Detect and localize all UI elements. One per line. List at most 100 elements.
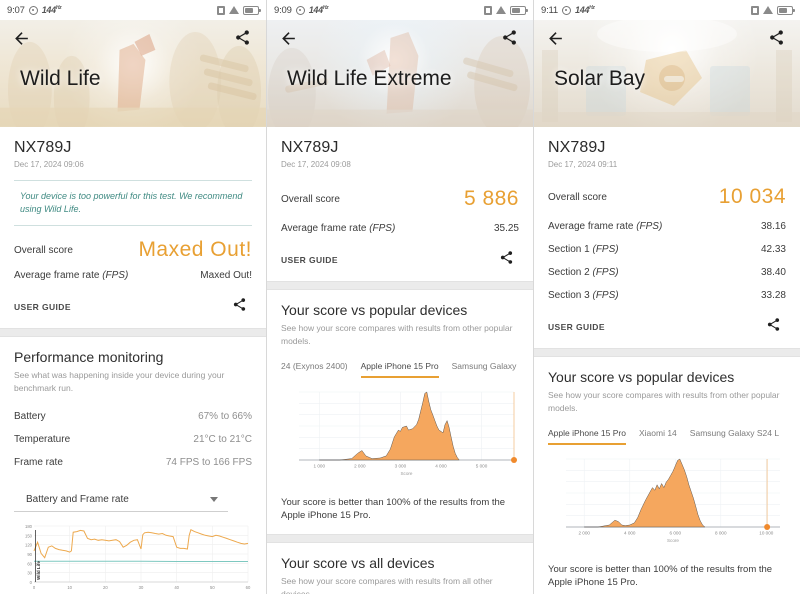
user-guide-row[interactable]: USER GUIDE [14,297,252,317]
svg-text:10 000: 10 000 [759,530,773,535]
section-subtitle: See how your score compares with results… [548,390,780,413]
overall-score-value: 10 034 [718,185,786,208]
overall-score-value: 5 886 [463,187,519,210]
back-arrow-icon[interactable] [546,29,566,49]
share-icon[interactable] [766,317,786,337]
status-time: 9:09 [274,4,292,16]
svg-text:30: 30 [27,570,32,575]
svg-text:150: 150 [25,533,33,538]
svg-text:60: 60 [246,585,251,590]
panel-solar-bay: 9:11 144Hz Solar Bay NX789J Dec 17, 2024… [534,0,800,594]
back-arrow-icon[interactable] [279,29,299,49]
section-title: Your score vs popular devices [281,302,468,318]
svg-text:60: 60 [27,561,32,566]
user-guide-label[interactable]: USER GUIDE [548,322,605,332]
svg-text:4 000: 4 000 [435,463,447,468]
svg-text:3 000: 3 000 [395,463,407,468]
hero-banner-solar-bay: Solar Bay [534,20,800,127]
overall-score-row: Overall score 10 034 [548,169,786,209]
table-row: Battery 67% to 66% [14,405,252,428]
svg-text:5 000: 5 000 [476,463,488,468]
metric-value: 74 FPS to 166 FPS [165,456,252,468]
refresh-rate-indicator: 144Hz [308,5,329,15]
wifi-icon [763,6,773,14]
share-icon[interactable] [232,297,252,317]
section-subtitle: See what was happening inside your devic… [14,370,225,393]
tab-apple-iphone-15-pro[interactable]: Apple iPhone 15 Pro [360,361,439,378]
section-1-value: 42.33 [760,244,786,255]
user-guide-row[interactable]: USER GUIDE [281,250,519,270]
svg-text:8 000: 8 000 [715,530,727,535]
svg-text:180: 180 [25,524,33,529]
tab-exynos-2400[interactable]: 24 (Exynos 2400) [281,361,348,378]
svg-text:20: 20 [103,585,108,590]
avg-fps-value: Maxed Out! [200,270,252,282]
performance-monitoring-card: Performance monitoring See what was happ… [0,337,266,594]
hero-banner-wild-life: Wild Life [0,20,266,127]
score-footnote: Your score is better than 100% of the re… [548,563,773,589]
section-3-label: Section 3 (FPS) [548,290,619,301]
svg-text:1 000: 1 000 [314,463,326,468]
metric-label: Battery [14,410,46,422]
overall-score-row: Overall score 5 886 [281,169,519,211]
section-1-row: Section 1 (FPS) 42.33 [548,232,786,255]
metric-label: Frame rate [14,456,63,468]
share-icon[interactable] [768,29,788,49]
hero-banner-wild-life-extreme: Wild Life Extreme [267,20,533,127]
all-devices-card: Your score vs all devices See how your s… [267,543,533,594]
svg-text:40: 40 [174,585,179,590]
wifi-icon [229,6,239,14]
result-card: NX789J Dec 17, 2024 09:06 Your device is… [0,127,266,329]
user-guide-row[interactable]: USER GUIDE [548,317,786,337]
performance-chart: 03060901201501800102030405060Wild Life B… [14,522,252,594]
avg-fps-row: Average frame rate (FPS) Maxed Out! [14,262,252,281]
status-bar: 9:07 144Hz [0,0,266,20]
user-guide-label[interactable]: USER GUIDE [281,255,338,265]
metrics-table: Battery 67% to 66% Temperature 21°C to 2… [14,405,252,474]
avg-fps-value: 35.25 [493,223,519,234]
overall-score-label: Overall score [14,244,73,256]
metric-value: 67% to 66% [198,410,252,422]
tab-apple-iphone-15-pro[interactable]: Apple iPhone 15 Pro [548,428,626,445]
share-icon[interactable] [499,250,519,270]
page-title: Solar Bay [554,67,646,90]
panel-content: NX789J Dec 17, 2024 09:06 Your device is… [0,127,266,594]
section-title: Performance monitoring [14,349,164,366]
panel-wild-life-extreme: 9:09 144Hz Wild Life Extreme NX789J Dec … [267,0,534,594]
tab-samsung-galaxy[interactable]: Samsung Galaxy [452,361,517,378]
table-row: Temperature 21°C to 21°C [14,428,252,451]
share-icon[interactable] [234,29,254,49]
section-title: Your score vs popular devices [548,369,735,385]
chart-series-select[interactable]: Battery and Frame rate [14,488,229,512]
section-3-row: Section 3 (FPS) 33.28 [548,278,786,301]
avg-fps-value: 38.16 [760,221,786,232]
popular-devices-card: Your score vs popular devices See how yo… [267,290,533,535]
battery-icon [777,5,795,15]
tab-samsung-galaxy-s24l[interactable]: Samsung Galaxy S24 L [690,428,779,445]
status-indicator-icon [562,5,571,15]
chart-series-value: Battery and Frame rate [26,493,129,505]
back-arrow-icon[interactable] [12,29,32,49]
score-distribution-chart: 1 000 2 000 3 000 4 000 5 000 Score [281,388,519,488]
result-date: Dec 17, 2024 09:08 [281,160,351,169]
tab-xiaomi-14[interactable]: Xiaomi 14 [639,428,677,445]
table-row: Frame rate 74 FPS to 166 FPS [14,451,252,474]
result-card: NX789J Dec 17, 2024 09:11 Overall score … [534,127,800,348]
metric-label: Temperature [14,433,71,445]
svg-text:0: 0 [33,585,36,590]
svg-text:2 000: 2 000 [578,530,590,535]
svg-text:30: 30 [139,585,144,590]
user-guide-label[interactable]: USER GUIDE [14,302,71,312]
page-title: Wild Life [20,67,101,90]
device-tabs: 24 (Exynos 2400) Apple iPhone 15 Pro Sam… [281,361,519,378]
refresh-rate-indicator: 144Hz [41,5,62,15]
section-1-label: Section 1 (FPS) [548,244,619,255]
avg-fps-label: Average frame rate (FPS) [548,221,663,232]
status-indicator-icon [295,5,305,15]
svg-text:2 000: 2 000 [354,463,366,468]
status-time: 9:07 [7,4,25,16]
svg-text:6 000: 6 000 [670,530,682,535]
share-icon[interactable] [501,29,521,49]
page-title: Wild Life Extreme [287,67,452,90]
svg-text:Score: Score [667,538,679,543]
